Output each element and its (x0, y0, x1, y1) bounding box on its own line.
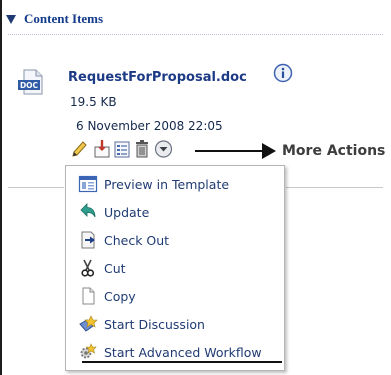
doc-file-icon[interactable]: DOC (17, 68, 45, 96)
background-divider-right (286, 187, 383, 188)
delete-icon[interactable] (133, 139, 151, 159)
pencil-icon[interactable] (70, 139, 88, 159)
background-divider-left (8, 187, 64, 188)
menu-item-cut[interactable]: Cut (78, 255, 284, 281)
annotation-arrow-head (262, 143, 276, 159)
section-divider (8, 34, 383, 35)
more-actions-icon[interactable] (154, 139, 173, 159)
more-actions-annotation: More Actions (282, 143, 386, 159)
section-title: Content Items (24, 11, 104, 26)
scissors-icon (81, 259, 95, 277)
menu-item-label: Cut (104, 260, 126, 276)
menu-item-copy[interactable]: Copy (78, 283, 284, 309)
menu-item-label: Preview in Template (104, 176, 230, 192)
workflow-icon (80, 343, 97, 359)
section-header[interactable]: Content Items (4, 6, 387, 32)
update-icon (80, 203, 96, 218)
document-size: 19.5 KB (70, 95, 117, 109)
info-icon[interactable] (273, 63, 293, 83)
properties-icon[interactable] (113, 139, 131, 159)
menu-item-preview-in-template[interactable]: Preview in Template (78, 171, 284, 197)
menu-item-label: Copy (104, 288, 136, 304)
workflow-highlight-underline (82, 361, 282, 363)
more-actions-menu: Preview in Template Update Check Out Cut… (65, 165, 285, 371)
download-icon[interactable] (93, 139, 111, 159)
check-out-icon (81, 231, 95, 249)
menu-item-label: Update (104, 204, 150, 220)
document-name-link[interactable]: RequestForProposal.doc (68, 70, 247, 85)
collapse-triangle-icon[interactable] (6, 14, 16, 24)
menu-item-label: Start Discussion (104, 316, 205, 332)
annotation-arrow-line (195, 150, 265, 152)
copy-icon (82, 287, 95, 305)
document-modified-date: 6 November 2008 22:05 (76, 119, 223, 133)
menu-item-label: Start Advanced Workflow (104, 344, 262, 360)
template-icon (78, 175, 98, 193)
menu-item-update[interactable]: Update (78, 199, 284, 225)
menu-item-start-discussion[interactable]: Start Discussion (78, 311, 284, 337)
menu-item-label: Check Out (104, 232, 170, 248)
doc-type-badge: DOC (20, 81, 39, 90)
discussion-icon (79, 315, 98, 332)
menu-item-check-out[interactable]: Check Out (78, 227, 284, 253)
